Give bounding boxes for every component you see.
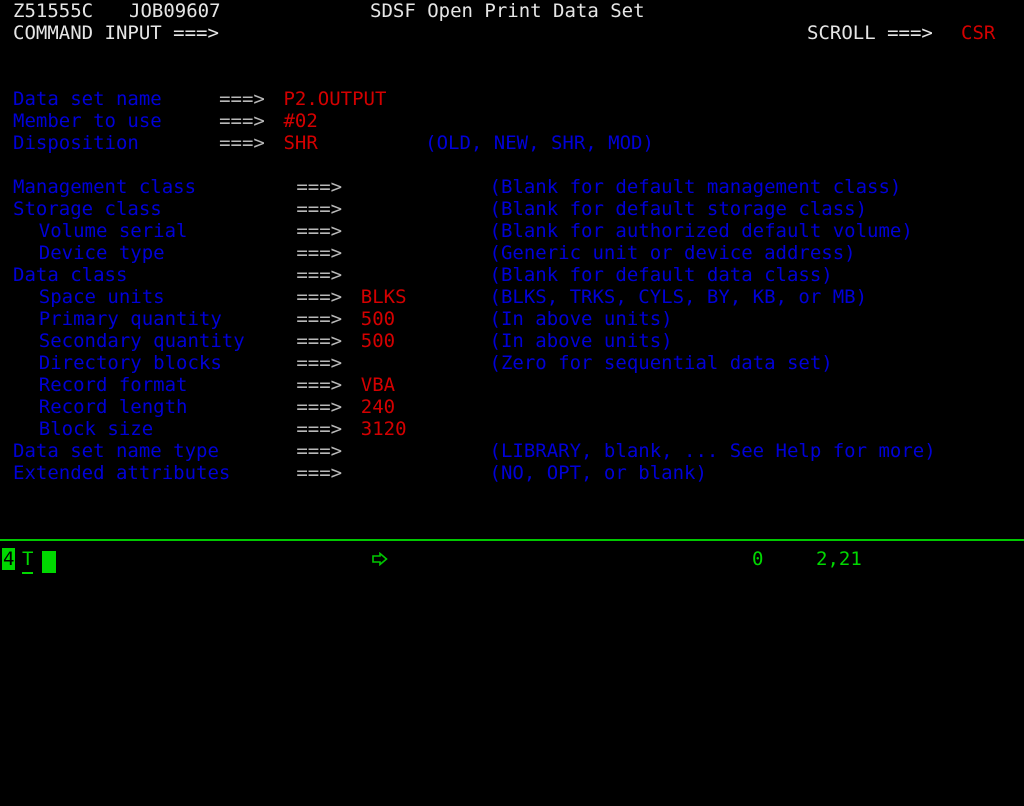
field-row: Disposition ===> SHR (OLD, NEW, SHR, MOD) <box>0 132 1024 154</box>
field-label: Volume serial <box>38 220 188 242</box>
field-row: Data set name ===> P2.OUTPUT <box>0 88 1024 110</box>
field-value[interactable]: #02 <box>283 110 317 132</box>
field-value[interactable]: 240 <box>361 396 395 418</box>
field-row: Device type ===> (Generic unit or device a… <box>0 242 1024 264</box>
command-row: COMMAND INPUT ===> SCROLL ===> CSR <box>0 22 1024 44</box>
field-label: Data set name <box>13 88 162 110</box>
page-title: SDSF Open Print Data Set <box>370 0 645 22</box>
field-row: Record format ===> VBA <box>0 374 1024 396</box>
field-hint: (LIBRARY, blank, ... See Help for more) <box>489 440 936 462</box>
field-value[interactable]: P2.OUTPUT <box>283 88 386 110</box>
field-value[interactable]: 3120 <box>361 418 407 440</box>
field-value[interactable]: SHR <box>283 132 317 154</box>
field-row: Record length ===> 240 <box>0 396 1024 418</box>
field-label: Space units <box>38 286 165 308</box>
field-row: Data set name type ===> (LIBRARY, blank, .… <box>0 440 1024 462</box>
field-hint: (NO, OPT, or blank) <box>489 462 707 484</box>
field-label: Record format <box>38 374 188 396</box>
field-hint: (Blank for default data class) <box>489 264 833 286</box>
field-arrow: ===> <box>219 132 265 154</box>
right-arrow-icon <box>372 552 388 566</box>
field-label: Storage class <box>13 198 162 220</box>
session-id: Z51555C <box>13 0 94 22</box>
field-arrow: ===> <box>296 286 343 308</box>
field-hint: (Zero for sequential data set) <box>489 352 833 374</box>
field-row: Space units ===> BLKS (BLKS, TRKS, CYLS, BY… <box>0 286 1024 308</box>
field-value[interactable]: 500 <box>361 308 395 330</box>
field-arrow: ===> <box>296 418 343 440</box>
field-row: Data class ===> (Blank for default data cl… <box>0 264 1024 286</box>
field-label: Secondary quantity <box>38 330 245 352</box>
field-label: Extended attributes <box>13 462 231 484</box>
field-arrow: ===> <box>296 374 343 396</box>
field-label: Disposition <box>13 132 139 154</box>
status-separator <box>0 539 1024 541</box>
field-arrow: ===> <box>219 110 265 132</box>
field-label: Member to use <box>13 110 162 132</box>
command-input-label: COMMAND INPUT ===> <box>13 22 219 44</box>
status-cursor-block <box>42 548 56 574</box>
field-value[interactable]: BLKS <box>361 286 407 308</box>
field-arrow: ===> <box>296 396 343 418</box>
status-session-letter: T <box>22 546 34 574</box>
status-error-count: 0 <box>752 548 764 570</box>
terminal-screen: Z51555C JOB09607 SDSF Open Print Data Se… <box>0 0 1024 576</box>
field-arrow: ===> <box>296 330 343 352</box>
field-label: Data class <box>13 264 128 286</box>
field-arrow: ===> <box>296 352 343 374</box>
field-value[interactable]: VBA <box>361 374 395 396</box>
field-arrow: ===> <box>296 198 343 220</box>
field-row: Primary quantity ===> 500 (In above units) <box>0 308 1024 330</box>
field-label: Management class <box>13 176 197 198</box>
job-id: JOB09607 <box>129 0 221 22</box>
field-value[interactable]: 500 <box>361 330 395 352</box>
field-label: Directory blocks <box>38 352 222 374</box>
field-hint: (OLD, NEW, SHR, MOD) <box>425 132 654 154</box>
scroll-label: SCROLL ===> <box>807 22 933 44</box>
field-arrow: ===> <box>296 462 343 484</box>
field-hint: (In above units) <box>489 330 673 352</box>
status-cursor-position: 2,21 <box>816 548 862 570</box>
field-arrow: ===> <box>219 88 265 110</box>
field-label: Primary quantity <box>38 308 222 330</box>
blank-row <box>0 154 1024 176</box>
field-row: Volume serial ===> (Blank for authorized d… <box>0 220 1024 242</box>
field-hint: (In above units) <box>489 308 673 330</box>
header-row: Z51555C JOB09607 SDSF Open Print Data Se… <box>0 0 1024 22</box>
field-row: Member to use ===> #02 <box>0 110 1024 132</box>
field-hint: (Generic unit or device address) <box>489 242 856 264</box>
field-arrow: ===> <box>296 264 343 286</box>
field-row: Secondary quantity ===> 500 (In above units… <box>0 330 1024 352</box>
field-hint: (Blank for default management class) <box>489 176 902 198</box>
screen-body: Z51555C JOB09607 SDSF Open Print Data Se… <box>0 0 1024 534</box>
field-arrow: ===> <box>296 440 343 462</box>
field-row: Directory blocks ===> (Zero for sequential… <box>0 352 1024 374</box>
scroll-value[interactable]: CSR <box>961 22 995 44</box>
field-hint: (Blank for default storage class) <box>489 198 868 220</box>
field-hint: (Blank for authorized default volume) <box>489 220 913 242</box>
field-label: Device type <box>38 242 165 264</box>
field-label: Data set name type <box>13 440 219 462</box>
field-row: Block size ===> 3120 <box>0 418 1024 440</box>
field-row: Management class ===> (Blank for default m… <box>0 176 1024 198</box>
status-session-number: 4 <box>2 548 16 570</box>
field-label: Block size <box>38 418 154 440</box>
field-arrow: ===> <box>296 220 343 242</box>
field-row: Storage class ===> (Blank for default stor… <box>0 198 1024 220</box>
field-arrow: ===> <box>296 176 343 198</box>
field-hint: (BLKS, TRKS, CYLS, BY, KB, or MB) <box>489 286 868 308</box>
status-session-number-group: 4 <box>2 546 16 572</box>
field-label: Record length <box>38 396 188 418</box>
field-arrow: ===> <box>296 308 343 330</box>
field-arrow: ===> <box>296 242 343 264</box>
status-bar: 4 T 0 2,21 <box>0 546 1024 574</box>
field-row: Extended attributes ===> (NO, OPT, or blan… <box>0 462 1024 484</box>
